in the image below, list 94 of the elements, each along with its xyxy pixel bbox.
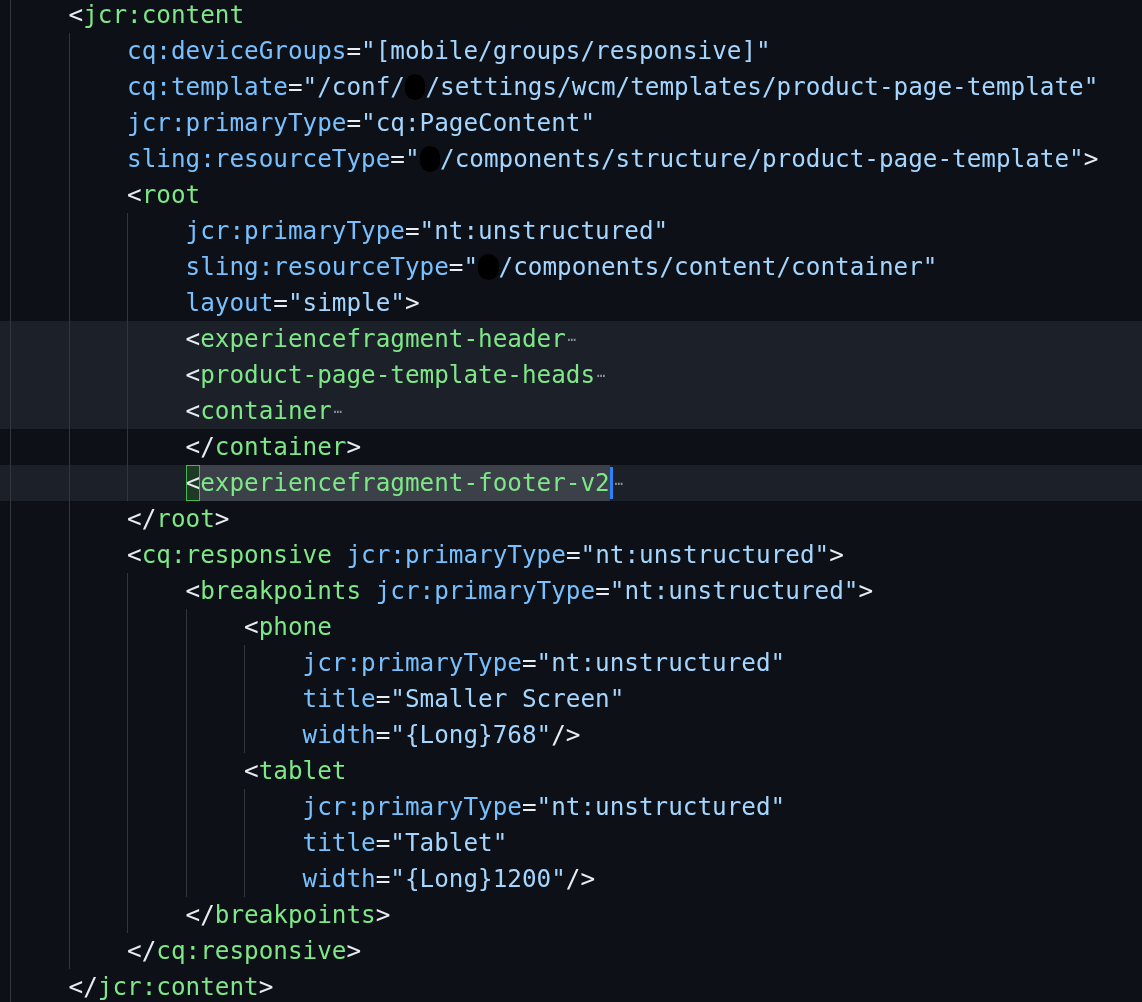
attribute-value: " — [404, 142, 420, 175]
punctuation: < — [127, 178, 142, 211]
tag-name: cq:responsive — [141, 538, 332, 571]
punctuation: </ — [127, 502, 157, 535]
punctuation: > — [258, 970, 274, 1002]
attribute-value: "{Long}1200" — [390, 862, 566, 895]
attribute-value: /components/content/container" — [498, 250, 938, 283]
tag-name: experiencefragment-header — [200, 322, 566, 355]
punctuation: = — [521, 790, 537, 823]
punctuation: > — [214, 502, 230, 535]
punctuation: /> — [565, 862, 596, 895]
selected-text: experiencefragment-footer-v2 — [200, 464, 610, 502]
attribute-value: "nt:unstructured" — [419, 214, 669, 247]
attribute-value: "nt:unstructured" — [580, 538, 830, 571]
fold-ellipsis[interactable]: ⋯ — [567, 328, 577, 350]
punctuation: < — [185, 574, 201, 607]
attribute-value: "nt:unstructured" — [536, 790, 786, 823]
punctuation: < — [244, 610, 259, 643]
punctuation: > — [829, 538, 844, 571]
punctuation: = — [448, 250, 464, 283]
punctuation: < — [185, 322, 201, 355]
punctuation: = — [565, 538, 581, 571]
attribute-name: jcr:primaryType — [127, 106, 347, 139]
text-cursor — [609, 467, 613, 499]
attribute-value: "cq:PageContent" — [361, 106, 596, 139]
punctuation: = — [346, 34, 362, 67]
matched-bracket: < — [185, 464, 201, 502]
attribute-value: "nt:unstructured" — [609, 574, 859, 607]
punctuation: = — [346, 106, 362, 139]
tag-name: product-page-template-heads — [200, 358, 596, 391]
tag-name: container — [200, 394, 332, 427]
attribute-name: width — [302, 718, 376, 751]
attribute-name: sling:resourceType — [185, 250, 449, 283]
attribute-value: "[mobile/groups/responsive]" — [361, 34, 771, 67]
attribute-name: cq:template — [127, 70, 288, 103]
fold-ellipsis[interactable]: ⋯ — [333, 400, 343, 422]
attribute-value: "/conf/ — [302, 70, 405, 103]
punctuation: < — [68, 0, 84, 31]
attribute-name: title — [302, 682, 376, 715]
punctuation: = — [273, 286, 288, 319]
tag-name: container — [214, 430, 347, 463]
punctuation: </ — [127, 934, 157, 967]
fold-ellipsis[interactable]: ⋯ — [614, 472, 624, 494]
punctuation: > — [346, 934, 362, 967]
punctuation: = — [375, 682, 391, 715]
punctuation: </ — [185, 898, 215, 931]
attribute-name: jcr:primaryType — [345, 538, 566, 571]
punctuation: = — [375, 718, 391, 751]
attribute-name: jcr:primaryType — [302, 790, 522, 823]
punctuation: = — [404, 214, 420, 247]
punctuation: < — [127, 538, 142, 571]
attribute-value: "{Long}768" — [390, 718, 552, 751]
tag-name: root — [141, 178, 201, 211]
punctuation: </ — [185, 430, 215, 463]
tag-name: cq:responsive — [156, 934, 347, 967]
fold-ellipsis[interactable]: ⋯ — [597, 364, 606, 386]
punctuation: = — [595, 574, 610, 607]
attribute-name: sling:resourceType — [127, 142, 391, 175]
attribute-name: cq:deviceGroups — [127, 34, 347, 67]
tag-name: phone — [258, 610, 332, 643]
tag-name: breakpoints — [200, 574, 362, 607]
tag-name: breakpoints — [214, 898, 376, 931]
punctuation: = — [390, 142, 405, 175]
punctuation: > — [858, 574, 874, 607]
tag-name: tablet — [258, 754, 347, 787]
attribute-value: "Tablet" — [390, 826, 508, 859]
punctuation: = — [375, 826, 391, 859]
attribute-value: /settings/wcm/templates/product-page-template" — [425, 70, 1099, 103]
punctuation: < — [185, 394, 201, 427]
punctuation: = — [287, 70, 303, 103]
attribute-value: " — [463, 250, 479, 283]
attribute-value: "nt:unstructured" — [536, 646, 786, 679]
attribute-value: /components/structure/product-page-template" — [440, 142, 1084, 175]
attribute-name: jcr:primaryType — [185, 214, 405, 247]
attribute-value: "Smaller Screen" — [390, 682, 625, 715]
tag-name: root — [156, 502, 215, 535]
punctuation: < — [244, 754, 259, 787]
punctuation: > — [1083, 142, 1099, 175]
attribute-name: layout — [185, 286, 274, 319]
attribute-value: "simple" — [287, 286, 405, 319]
attribute-name: width — [302, 862, 376, 895]
punctuation: = — [375, 862, 391, 895]
punctuation: > — [404, 286, 420, 319]
attribute-name: title — [302, 826, 376, 859]
tag-name: jcr:content — [97, 970, 259, 1002]
punctuation: /> — [551, 718, 581, 751]
punctuation: < — [185, 358, 201, 391]
attribute-name: jcr:primaryType — [374, 574, 596, 607]
punctuation: </ — [68, 970, 98, 1002]
attribute-name: jcr:primaryType — [302, 646, 522, 679]
punctuation: = — [521, 646, 537, 679]
tag-name: jcr:content — [83, 0, 245, 31]
punctuation: > — [346, 430, 362, 463]
punctuation: > — [375, 898, 391, 931]
